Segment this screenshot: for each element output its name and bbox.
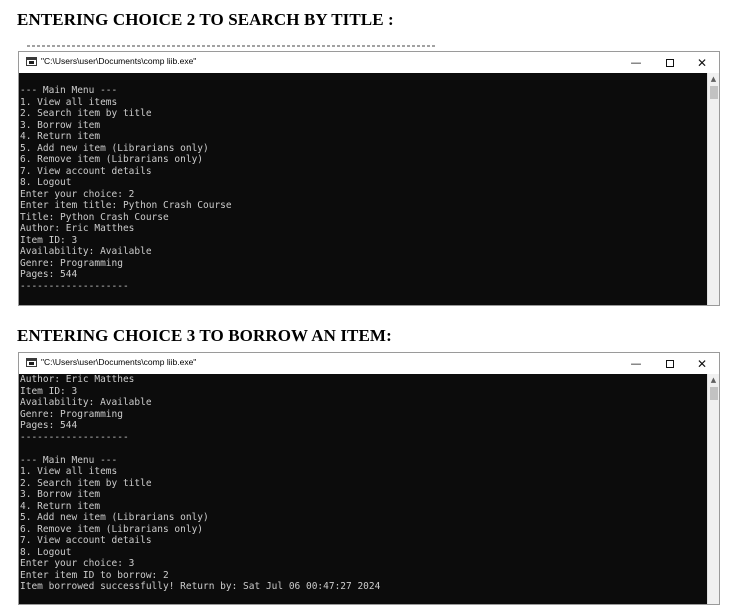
console-line: 5. Add new item (Librarians only)	[20, 512, 209, 523]
console-line: Enter item ID to borrow: 2	[20, 569, 169, 581]
console-output-area[interactable]: --- Main Menu --- 1. View all items 2. S…	[19, 73, 719, 305]
minimize-icon: —	[630, 357, 642, 370]
console-line: Availability: Available	[20, 246, 152, 257]
console-line: Enter your choice: 3	[20, 558, 135, 569]
console-line: 4. Return item	[20, 500, 101, 512]
console-line: 7. View account details	[20, 165, 152, 177]
console-line: 6. Remove item (Librarians only)	[20, 154, 204, 165]
console-line: Enter item title: Python Crash Course	[20, 200, 232, 211]
console-line: 1. View all items	[20, 96, 118, 108]
console-line: 2. Search item by title	[20, 477, 152, 489]
top-scan-artifact	[27, 45, 437, 47]
console-window-borrow[interactable]: "C:\Users\user\Documents\comp liib.exe" …	[18, 352, 720, 605]
chevron-up-icon[interactable]: ▲	[708, 374, 719, 386]
console-output-area[interactable]: Author: Eric Matthes Item ID: 3 Availabi…	[19, 374, 719, 604]
close-icon: ✕	[696, 356, 708, 371]
maximize-icon	[666, 359, 674, 368]
console-text: --- Main Menu --- 1. View all items 2. S…	[20, 85, 232, 292]
scrollbar-thumb[interactable]	[710, 86, 718, 99]
console-line: --- Main Menu ---	[20, 85, 118, 96]
close-button[interactable]: ✕	[686, 353, 718, 374]
console-line: 8. Logout	[20, 546, 72, 558]
console-line: 1. View all items	[20, 466, 118, 477]
console-line: Pages: 544	[20, 420, 78, 431]
console-line: 3. Borrow item	[20, 119, 101, 131]
console-line: 3. Borrow item	[20, 489, 101, 500]
minimize-icon: —	[630, 56, 642, 69]
console-line: 6. Remove item (Librarians only)	[20, 523, 204, 535]
maximize-button[interactable]	[654, 52, 686, 73]
console-line: 8. Logout	[20, 177, 72, 188]
console-line: 7. View account details	[20, 535, 152, 546]
console-line: -------------------	[20, 280, 129, 292]
console-line: Item ID: 3	[20, 385, 78, 397]
close-button[interactable]: ✕	[686, 52, 718, 73]
console-line: 5. Add new item (Librarians only)	[20, 142, 209, 154]
maximize-icon	[666, 58, 674, 67]
console-line: Availability: Available	[20, 397, 152, 408]
maximize-button[interactable]	[654, 353, 686, 374]
console-app-icon	[26, 358, 37, 367]
console-line: 4. Return item	[20, 131, 101, 142]
console-line: --- Main Menu ---	[20, 454, 118, 466]
vertical-scrollbar[interactable]: ▲	[707, 374, 719, 604]
console-app-icon	[26, 57, 37, 66]
chevron-up-icon[interactable]: ▲	[708, 73, 719, 85]
minimize-button[interactable]: —	[620, 353, 652, 374]
vertical-scrollbar[interactable]: ▲	[707, 73, 719, 305]
window-titlebar[interactable]: "C:\Users\user\Documents\comp liib.exe" …	[19, 52, 719, 73]
console-line: Enter your choice: 2	[20, 188, 135, 200]
console-line: Item borrowed successfully! Return by: S…	[20, 581, 381, 592]
console-line: 2. Search item by title	[20, 108, 152, 119]
console-line: Genre: Programming	[20, 408, 123, 420]
close-icon: ✕	[696, 55, 708, 70]
minimize-button[interactable]: —	[620, 52, 652, 73]
section-two-heading: ENTERING CHOICE 3 TO BORROW AN ITEM:	[17, 326, 392, 345]
console-text: Author: Eric Matthes Item ID: 3 Availabi…	[20, 374, 380, 593]
window-title: "C:\Users\user\Documents\comp liib.exe"	[41, 56, 197, 66]
console-line: Pages: 544	[20, 269, 78, 280]
console-window-search[interactable]: "C:\Users\user\Documents\comp liib.exe" …	[18, 51, 720, 306]
section-one-heading: ENTERING CHOICE 2 TO SEARCH BY TITLE :	[17, 10, 394, 29]
console-line: Author: Eric Matthes	[20, 374, 135, 385]
window-title: "C:\Users\user\Documents\comp liib.exe"	[41, 357, 197, 367]
console-line: Title: Python Crash Course	[20, 211, 169, 223]
window-titlebar[interactable]: "C:\Users\user\Documents\comp liib.exe" …	[19, 353, 719, 374]
console-line: Item ID: 3	[20, 234, 78, 246]
console-line: -------------------	[20, 431, 129, 443]
console-line: Genre: Programming	[20, 257, 123, 269]
scrollbar-thumb[interactable]	[710, 387, 718, 400]
console-line: Author: Eric Matthes	[20, 223, 135, 234]
